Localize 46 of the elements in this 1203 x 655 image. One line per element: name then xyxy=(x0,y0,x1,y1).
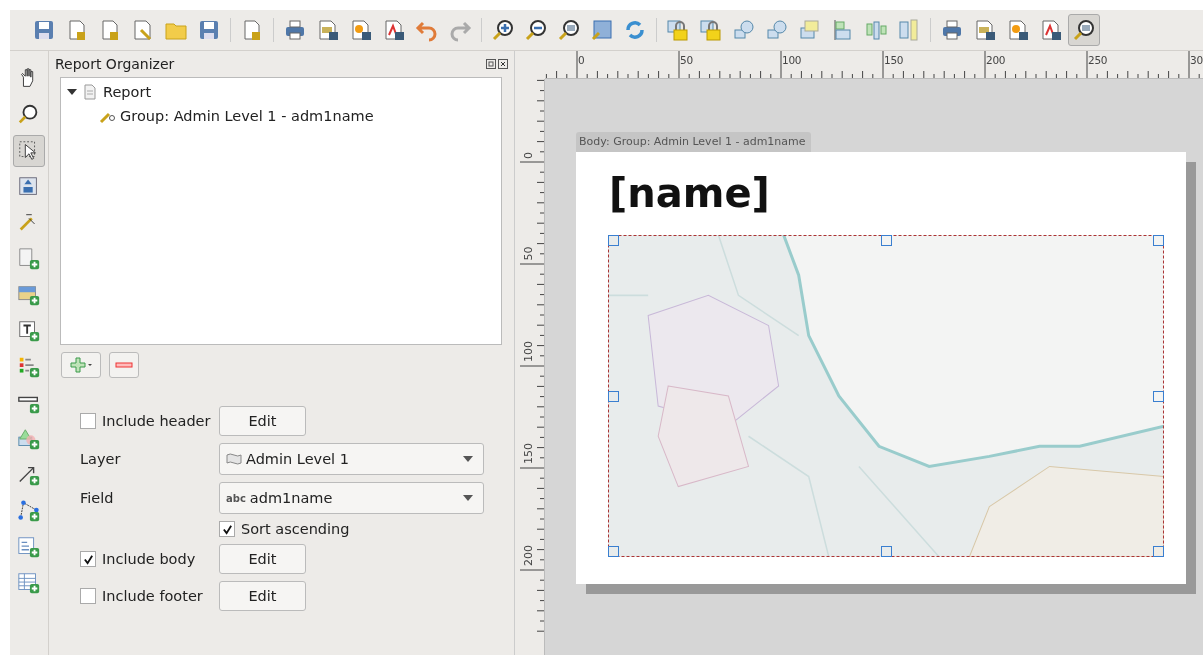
ruler-label: 0 xyxy=(522,151,534,161)
resize-handle[interactable] xyxy=(608,390,619,402)
caret-icon xyxy=(463,456,473,462)
close-icon[interactable] xyxy=(498,59,508,69)
ruler-label: 50 xyxy=(522,247,534,260)
remove-section-button[interactable] xyxy=(109,352,139,378)
field-label: Field xyxy=(80,490,115,506)
ruler-label: 200 xyxy=(986,54,1006,66)
resize-handle[interactable] xyxy=(1153,390,1164,402)
ruler-label: 50 xyxy=(680,54,693,66)
ruler-label: 30 xyxy=(1190,54,1203,66)
add-section-button[interactable] xyxy=(61,352,101,378)
ruler-label: 150 xyxy=(884,54,904,66)
resize-handle[interactable] xyxy=(608,546,619,557)
layer-dropdown[interactable]: Admin Level 1 xyxy=(219,443,484,475)
tree-item[interactable]: Group: Admin Level 1 - adm1name xyxy=(120,108,374,124)
caret-icon xyxy=(463,495,473,501)
ruler-label: 0 xyxy=(578,54,585,66)
tree-item[interactable]: Report xyxy=(103,84,152,100)
field-label: Layer xyxy=(80,451,122,467)
page-title: [name] xyxy=(609,170,770,216)
field-dropdown[interactable]: abc adm1name xyxy=(219,482,484,514)
plus-icon xyxy=(69,356,93,374)
checkbox[interactable]: Include body xyxy=(80,551,196,567)
expanded-caret-icon[interactable] xyxy=(67,87,77,97)
resize-handle[interactable] xyxy=(880,235,892,246)
document-icon xyxy=(82,84,98,100)
edit-button[interactable]: Edit xyxy=(219,406,306,436)
float-icon[interactable] xyxy=(486,59,496,69)
edit-button[interactable]: Edit xyxy=(219,581,306,611)
edit-button[interactable]: Edit xyxy=(219,544,306,574)
resize-handle[interactable] xyxy=(1153,546,1164,557)
ruler-label: 250 xyxy=(1088,54,1108,66)
checkbox[interactable]: Include footer xyxy=(80,588,203,604)
ruler-label: 100 xyxy=(782,54,802,66)
field-type-label: abc xyxy=(226,492,246,504)
select-icon[interactable] xyxy=(13,135,45,167)
polygon-icon xyxy=(226,453,242,465)
check-icon xyxy=(82,553,94,565)
check-icon xyxy=(221,523,233,535)
panel-title: Report Organizer xyxy=(55,56,175,72)
resize-handle[interactable] xyxy=(608,235,619,246)
checkbox[interactable]: Include header xyxy=(80,413,211,429)
resize-handle[interactable] xyxy=(880,546,892,557)
resize-handle[interactable] xyxy=(1153,235,1164,246)
checkbox[interactable]: Sort ascending xyxy=(219,521,350,537)
